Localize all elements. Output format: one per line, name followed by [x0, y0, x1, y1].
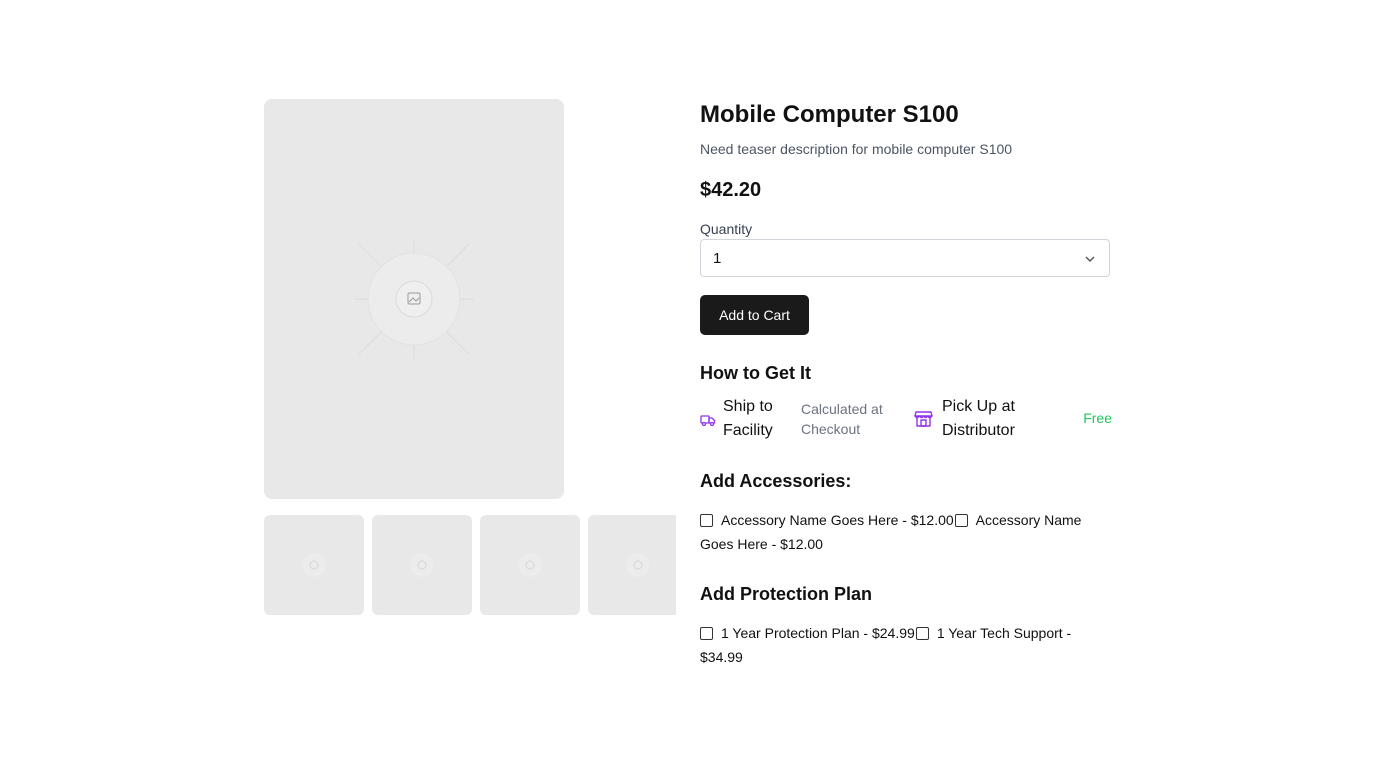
product-price: $42.20: [700, 179, 762, 201]
accessory-option[interactable]: Accessory Name Goes Here - $12.00: [700, 512, 954, 528]
accessory-label: Accessory Name Goes Here - $12.00: [721, 512, 954, 528]
protection-heading: Add Protection Plan: [700, 584, 873, 604]
image-placeholder-icon: [302, 553, 326, 577]
thumbnail[interactable]: [264, 515, 364, 615]
product-teaser: Need teaser description for mobile compu…: [700, 141, 1013, 157]
protection-checkbox[interactable]: [700, 627, 713, 640]
thumbnail[interactable]: [480, 515, 580, 615]
accessory-checkbox[interactable]: [700, 514, 713, 527]
ship-to-facility-option[interactable]: Ship to Facility: [723, 395, 793, 443]
quantity-select[interactable]: 1: [700, 239, 1110, 277]
ship-cost-note: Calculated at Checkout: [801, 401, 883, 437]
image-placeholder-icon: [518, 553, 542, 577]
thumbnail-strip: [264, 515, 676, 615]
protection-list: 1 Year Protection Plan - $24.99 1 Year Te…: [700, 621, 1112, 669]
quantity-label: Quantity: [700, 221, 753, 237]
image-placeholder-icon: [626, 553, 650, 577]
thumbnail[interactable]: [588, 515, 676, 615]
protection-checkbox[interactable]: [915, 627, 929, 640]
product-title: Mobile Computer S100: [700, 101, 959, 128]
pickup-at-distributor-option[interactable]: Pick Up at Distributor: [942, 395, 1052, 443]
truck-icon: [700, 415, 716, 427]
quantity-value: 1: [713, 250, 722, 267]
product-gallery: [264, 99, 676, 619]
store-icon: [914, 411, 933, 427]
add-to-cart-button[interactable]: Add to Cart: [700, 295, 809, 335]
main-product-image[interactable]: [264, 99, 564, 499]
fulfillment-options: Ship to Facility Calculated at Checkout …: [700, 395, 1112, 443]
fulfillment-heading: How to Get It: [700, 363, 811, 383]
protection-label: 1 Year Protection Plan - $24.99: [721, 625, 915, 641]
protection-option[interactable]: 1 Year Protection Plan - $24.99: [700, 625, 915, 641]
accessories-list: Accessory Name Goes Here - $12.00 Accesso…: [700, 508, 1112, 556]
pickup-cost-note: Free: [1083, 410, 1112, 426]
image-placeholder-icon: [410, 553, 434, 577]
accessories-heading: Add Accessories:: [700, 471, 852, 491]
thumbnail[interactable]: [372, 515, 472, 615]
chevron-down-icon: [1085, 256, 1095, 262]
accessory-checkbox[interactable]: [954, 514, 968, 527]
image-placeholder-icon: [354, 239, 474, 359]
